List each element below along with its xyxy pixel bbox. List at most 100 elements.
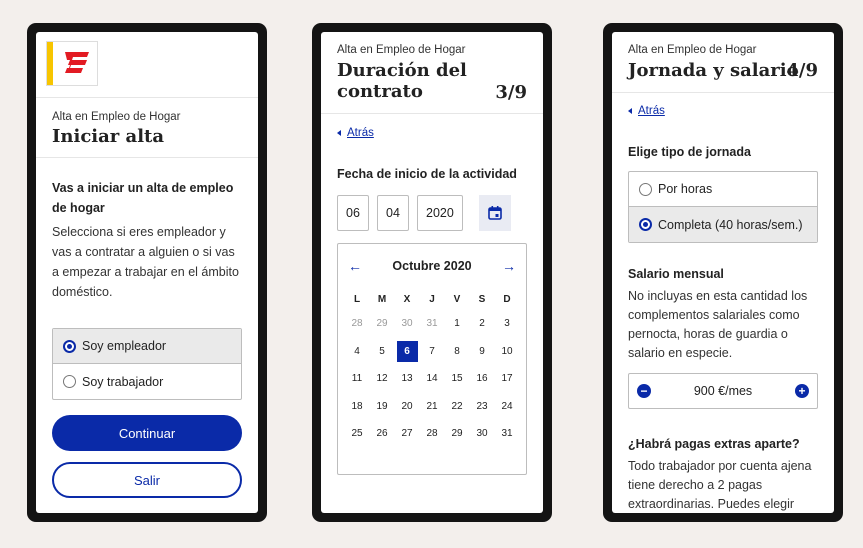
pagas-label: ¿Habrá pagas extras aparte? — [628, 437, 800, 451]
chevron-left-icon — [628, 108, 632, 114]
breadcrumb: Alta en Empleo de Hogar — [52, 111, 181, 123]
calendar-day[interactable]: 12 — [370, 365, 395, 393]
step-indicator: 3/9 — [495, 82, 527, 103]
calendar-day[interactable]: 1 — [445, 310, 470, 338]
salary-value[interactable]: 900 €/mes — [694, 384, 752, 398]
calendar-day[interactable]: 25 — [345, 420, 370, 448]
calendar-day[interactable]: 19 — [370, 393, 395, 421]
calendar-day[interactable]: 28 — [420, 420, 445, 448]
minus-icon[interactable]: − — [637, 384, 651, 398]
option-completa[interactable]: Completa (40 horas/sem.) — [629, 207, 817, 242]
intro-heading: Vas a iniciar un alta de empleo de hogar — [52, 181, 234, 215]
breadcrumb: Alta en Empleo de Hogar — [628, 44, 757, 56]
calendar-day[interactable]: 10 — [495, 338, 520, 366]
back-label: Atrás — [347, 127, 374, 139]
intro-text: Selecciona si eres empleador y vas a con… — [52, 225, 239, 299]
weekday-header: V — [453, 293, 461, 305]
calendar-day[interactable]: 13 — [395, 365, 420, 393]
weekday-header: J — [429, 293, 435, 305]
date-label: Fecha de inicio de la actividad — [337, 167, 517, 181]
exit-button[interactable]: Salir — [52, 462, 242, 498]
calendar-grid: L M X J V S D 28 29 30 31 1 2 3 4 5 6 7 8 9 10 11 12 13 14 15 16 17… — [338, 288, 526, 448]
calendar-widget: ← Octubre 2020 → L M X J V S D 28 29 30 31 1 2 3 4 5 6 7 8… — [337, 243, 527, 475]
title-line: Duración del — [337, 60, 467, 81]
calendar-day[interactable]: 8 — [445, 338, 470, 366]
option-empleador[interactable]: Soy empleador — [53, 329, 241, 364]
calendar-month: Octubre 2020 — [392, 259, 472, 273]
pagas-text: Todo trabajador por cuenta ajena tiene d… — [628, 459, 812, 511]
year-input[interactable]: 2020 — [417, 195, 463, 231]
weekday-header: M — [377, 293, 387, 305]
radio-unchecked-icon[interactable] — [639, 182, 652, 196]
option-trabajador[interactable]: Soy trabajador — [53, 364, 241, 399]
calendar-day[interactable]: 28 — [345, 310, 370, 338]
calendar-day[interactable]: 30 — [395, 310, 420, 338]
breadcrumb: Alta en Empleo de Hogar — [337, 44, 466, 56]
calendar-day[interactable]: 31 — [495, 420, 520, 448]
arrow-right-icon[interactable]: → — [502, 258, 516, 274]
calendar-day[interactable]: 30 — [470, 420, 495, 448]
back-link[interactable]: Atrás — [337, 127, 527, 139]
calendar-day[interactable]: 29 — [445, 420, 470, 448]
calendar-day[interactable]: 26 — [370, 420, 395, 448]
option-label: Soy trabajador — [82, 374, 164, 389]
step-indicator: 4/9 — [786, 60, 818, 81]
option-por-horas[interactable]: Por horas — [629, 172, 817, 207]
arrow-left-icon[interactable]: ← — [348, 258, 362, 274]
back-label: Atrás — [638, 105, 665, 117]
calendar-day[interactable]: 17 — [495, 365, 520, 393]
page-header: Alta en Empleo de Hogar Duración del con… — [321, 32, 543, 114]
weekday-header: S — [478, 293, 486, 305]
calendar-day[interactable]: 24 — [495, 393, 520, 421]
logo-icon — [46, 41, 98, 86]
day-input[interactable]: 06 — [337, 195, 369, 231]
calendar-button[interactable] — [479, 195, 511, 231]
jornada-radio-group: Por horas Completa (40 horas/sem.) — [628, 171, 818, 243]
calendar-day[interactable]: 21 — [420, 393, 445, 421]
page-header: Alta en Empleo de Hogar Jornada y salari… — [612, 32, 834, 93]
header-logo-bar — [36, 32, 258, 98]
calendar-day[interactable]: 16 — [470, 365, 495, 393]
calendar-day[interactable]: 9 — [470, 338, 495, 366]
calendar-day-selected[interactable]: 6 — [396, 340, 418, 362]
calendar-day[interactable]: 22 — [445, 393, 470, 421]
calendar-day[interactable]: 23 — [470, 393, 495, 421]
calendar-day[interactable]: 18 — [345, 393, 370, 421]
screen: Alta en Empleo de Hogar Jornada y salari… — [612, 32, 834, 513]
screen: Alta en Empleo de Hogar Iniciar alta Vas… — [36, 32, 258, 513]
role-radio-group: Soy empleador Soy trabajador — [52, 328, 242, 400]
calendar-day[interactable]: 14 — [420, 365, 445, 393]
calendar-day[interactable]: 31 — [420, 310, 445, 338]
month-input[interactable]: 04 — [377, 195, 409, 231]
page-title: Iniciar alta — [52, 126, 165, 147]
radio-unchecked-icon[interactable] — [63, 375, 76, 388]
phone-jornada-salario: Alta en Empleo de Hogar Jornada y salari… — [603, 23, 843, 522]
continue-button[interactable]: Continuar — [52, 415, 242, 451]
page-header: Alta en Empleo de Hogar Iniciar alta — [36, 98, 258, 158]
jornada-label: Elige tipo de jornada — [628, 145, 751, 159]
calendar-day[interactable]: 2 — [470, 310, 495, 338]
salary-stepper: − 900 €/mes + — [628, 373, 818, 409]
calendar-day[interactable]: 4 — [345, 338, 370, 366]
phone-iniciar-alta: Alta en Empleo de Hogar Iniciar alta Vas… — [27, 23, 267, 522]
calendar-day[interactable]: 3 — [495, 310, 520, 338]
calendar-header: ← Octubre 2020 → — [338, 244, 526, 288]
calendar-day[interactable]: 20 — [395, 393, 420, 421]
salario-label: Salario mensual — [628, 267, 724, 281]
back-link[interactable]: Atrás — [628, 105, 818, 117]
calendar-day[interactable]: 6 — [395, 338, 420, 366]
option-label: Por horas — [658, 182, 713, 196]
calendar-day[interactable]: 27 — [395, 420, 420, 448]
weekday-header: D — [503, 293, 511, 305]
calendar-day[interactable]: 29 — [370, 310, 395, 338]
radio-checked-icon[interactable] — [639, 218, 652, 231]
calendar-day[interactable]: 15 — [445, 365, 470, 393]
radio-checked-icon[interactable] — [63, 339, 76, 353]
calendar-day[interactable]: 11 — [345, 365, 370, 393]
option-label: Completa (40 horas/sem.) — [658, 217, 803, 232]
chevron-left-icon — [337, 130, 341, 136]
calendar-icon — [488, 206, 502, 220]
plus-icon[interactable]: + — [795, 384, 809, 398]
calendar-day[interactable]: 7 — [420, 338, 445, 366]
calendar-day[interactable]: 5 — [370, 338, 395, 366]
